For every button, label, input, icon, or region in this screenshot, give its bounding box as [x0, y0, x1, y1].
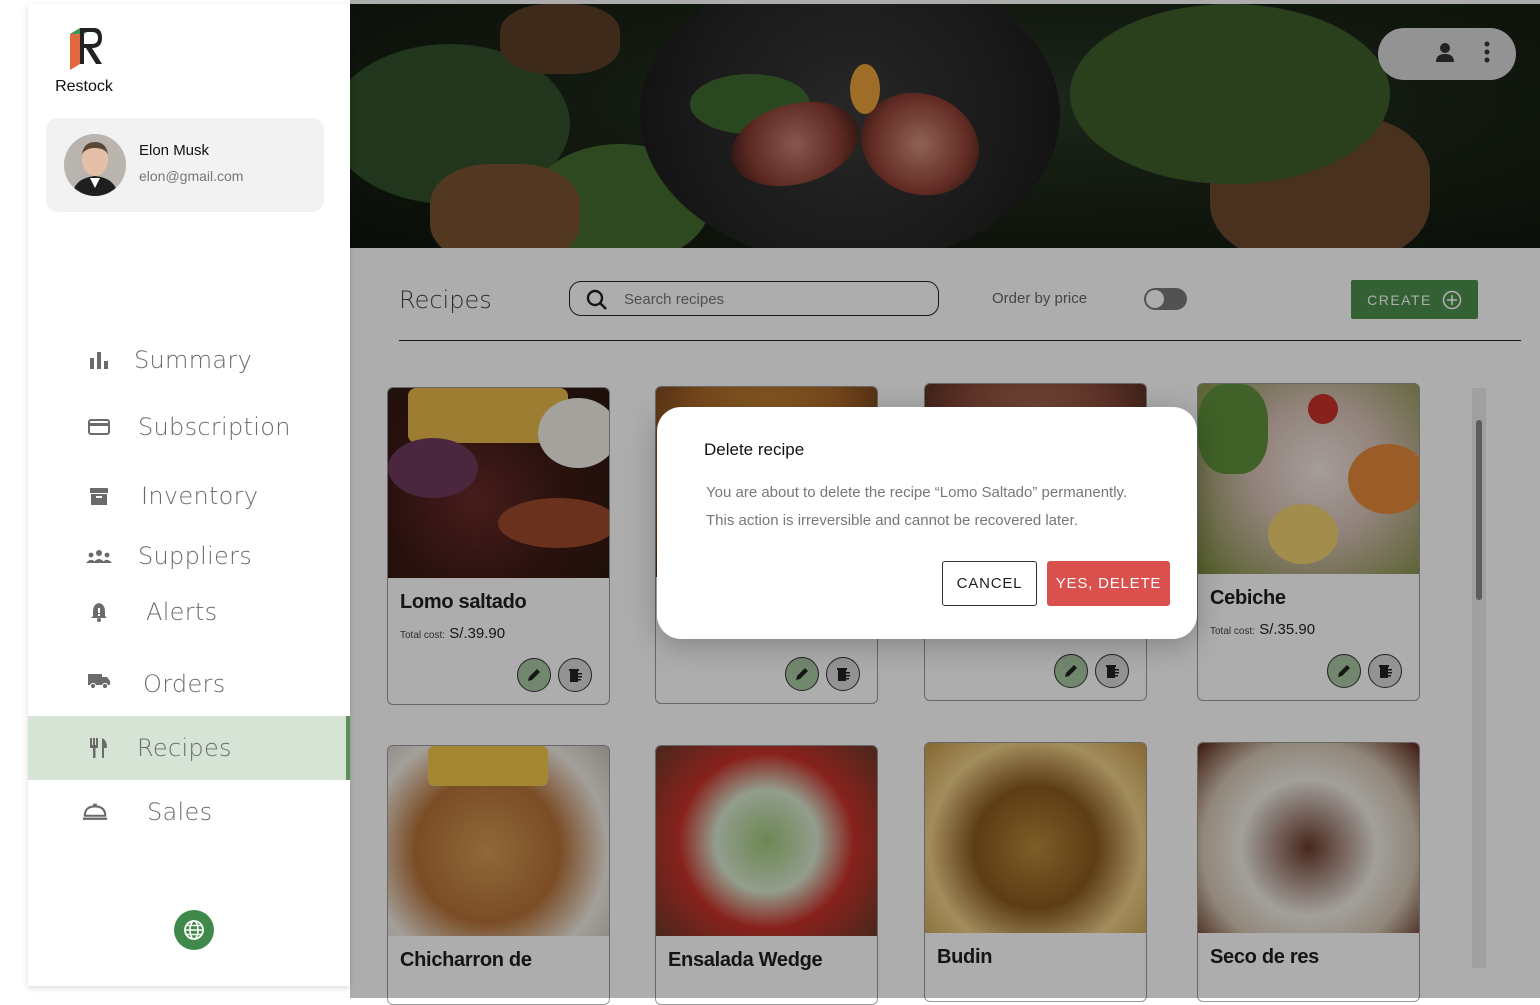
- sidebar-item-label: Summary: [134, 346, 253, 374]
- sidebar-item-summary[interactable]: Summary: [28, 332, 350, 388]
- restock-logo-icon: [70, 28, 102, 70]
- sidebar-item-subscription[interactable]: Subscription: [28, 399, 350, 455]
- sidebar-item-label: Orders: [143, 670, 226, 698]
- avatar: [64, 134, 126, 196]
- sidebar-item-alerts[interactable]: Alerts: [28, 584, 350, 640]
- sidebar-item-label: Subscription: [138, 413, 291, 441]
- dialog-message: You are about to delete the recipe “Lomo…: [706, 479, 1176, 535]
- credit-card-icon: [86, 414, 112, 440]
- sidebar-item-label: Alerts: [146, 598, 218, 626]
- archive-box-icon: [86, 483, 112, 509]
- sidebar-item-label: Suppliers: [138, 542, 253, 570]
- cancel-button[interactable]: CANCEL: [942, 561, 1037, 606]
- user-email: elon@gmail.com: [139, 168, 244, 184]
- bar-chart-icon: [86, 347, 112, 373]
- sidebar-item-recipes[interactable]: Recipes: [28, 716, 350, 780]
- language-button[interactable]: [174, 910, 214, 950]
- bell-icon: [86, 599, 112, 625]
- confirm-delete-button[interactable]: YES, DELETE: [1047, 561, 1170, 606]
- sidebar-item-label: Recipes: [137, 734, 232, 762]
- cloche-icon: [82, 799, 108, 825]
- app-name: Restock: [55, 78, 113, 95]
- restock-logo[interactable]: Restock: [52, 24, 116, 96]
- sidebar-item-inventory[interactable]: Inventory: [28, 468, 350, 524]
- user-name: Elon Musk: [139, 142, 210, 159]
- user-profile-card[interactable]: Elon Musk elon@gmail.com: [46, 118, 324, 212]
- sidebar-item-label: Inventory: [141, 482, 259, 510]
- globe-icon: [184, 920, 204, 940]
- dialog-message-line: You are about to delete the recipe “Lomo…: [706, 484, 1128, 501]
- sidebar-item-suppliers[interactable]: Suppliers: [28, 528, 350, 584]
- sidebar: Restock Elon Musk elon@gmail.com Summary…: [28, 4, 350, 986]
- fork-knife-icon: [86, 735, 112, 761]
- sidebar-item-sales[interactable]: Sales: [28, 784, 350, 840]
- sidebar-item-label: Sales: [147, 798, 213, 826]
- dialog-title: Delete recipe: [704, 440, 805, 459]
- dialog-message-line: This action is irreversible and cannot b…: [706, 512, 1078, 529]
- delete-recipe-dialog: Delete recipe You are about to delete th…: [657, 407, 1197, 639]
- sidebar-item-orders[interactable]: Orders: [28, 656, 350, 712]
- truck-icon: [86, 668, 112, 694]
- group-icon: [86, 543, 112, 569]
